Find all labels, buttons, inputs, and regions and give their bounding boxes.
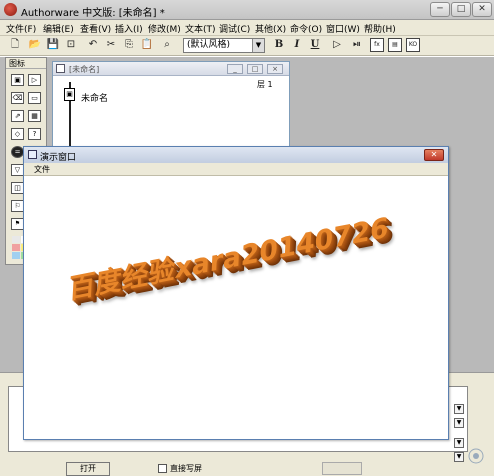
wait-icon[interactable]: ▭ <box>28 92 41 104</box>
menu-edit[interactable]: 编辑(E) <box>43 22 74 35</box>
direct-to-screen-label: 直接写屏 <box>170 464 202 473</box>
interaction-icon[interactable]: ? <box>28 128 41 140</box>
properties-dropdown-arrow[interactable]: ▼ <box>454 438 464 448</box>
menu-file[interactable]: 文件(F) <box>6 22 36 35</box>
minimize-button[interactable]: ─ <box>430 2 450 17</box>
erase-icon[interactable]: ⌫ <box>11 92 24 104</box>
menu-window[interactable]: 窗口(W) <box>326 22 360 35</box>
presentation-canvas: 百度经验xara20140726 <box>24 176 448 439</box>
display-icon[interactable]: ▣ <box>11 74 24 86</box>
open-icon[interactable]: 📂 <box>28 38 42 52</box>
menu-text[interactable]: 文本(T) <box>185 22 216 35</box>
navigate-icon[interactable]: ⇗ <box>11 110 24 122</box>
properties-dropdown-arrow[interactable]: ▼ <box>454 418 464 428</box>
open-button[interactable]: 打开 <box>66 462 110 476</box>
color-swatch[interactable] <box>12 252 20 259</box>
text-style-select[interactable]: (默认风格) ▼ <box>183 38 265 53</box>
variables-icon[interactable]: ▤ <box>388 38 402 52</box>
presentation-title: 演示窗口 <box>40 153 77 163</box>
decision-icon[interactable]: ◇ <box>11 128 24 140</box>
direct-to-screen-checkbox[interactable] <box>158 464 167 473</box>
menu-other[interactable]: 其他(X) <box>255 22 286 35</box>
presentation-close-button[interactable]: ✕ <box>424 149 444 161</box>
close-button[interactable]: ✕ <box>472 2 492 17</box>
authorware-app-icon <box>4 3 17 16</box>
knowledge-objects-icon[interactable]: KO <box>406 38 420 52</box>
menu-debug[interactable]: 调试(C) <box>219 22 250 35</box>
flowline-close-button[interactable]: × <box>267 64 283 74</box>
undo-icon[interactable]: ↶ <box>86 38 100 52</box>
icon-node-label[interactable]: 未命名 <box>81 91 108 104</box>
color-swatch[interactable] <box>12 244 20 251</box>
maximize-button[interactable]: □ <box>451 2 471 17</box>
menu-help[interactable]: 帮助(H) <box>364 22 396 35</box>
layer-indicator: 层 1 <box>257 80 273 89</box>
menu-command[interactable]: 命令(O) <box>290 22 322 35</box>
presentation-titlebar: 演示窗口 ✕ <box>24 147 448 163</box>
cut-icon[interactable]: ✂ <box>104 38 118 52</box>
save-all-icon[interactable]: 💾 <box>46 38 60 52</box>
properties-dropdown-arrow[interactable]: ▼ <box>454 404 464 414</box>
palette-title: 图标 <box>6 58 46 69</box>
text-style-value: (默认风格) <box>187 40 231 50</box>
app-title: Authorware 中文版: [未命名] * <box>21 8 165 19</box>
menu-view[interactable]: 查看(V) <box>80 22 111 35</box>
presentation-window: 演示窗口 ✕ 文件 百度经验xara20140726 <box>23 146 449 440</box>
flowline-window-icon <box>56 64 65 73</box>
new-file-icon[interactable]: 🗋 <box>8 38 22 52</box>
watermark-logo-icon <box>468 448 484 464</box>
presentation-menu-bar: 文件 <box>24 163 448 176</box>
find-icon[interactable]: ⌕ <box>160 38 174 52</box>
menu-modify[interactable]: 修改(M) <box>148 22 181 35</box>
properties-button[interactable] <box>322 462 362 475</box>
color-swatch[interactable] <box>12 236 20 243</box>
flowline-minimize-button[interactable]: _ <box>227 64 243 74</box>
motion-icon[interactable]: ▷ <box>28 74 41 86</box>
flowline-title: [未命名] <box>69 65 100 74</box>
flowline-titlebar: [未命名] _ □ × <box>53 62 289 76</box>
copy-icon[interactable]: ⎘ <box>122 38 136 52</box>
presentation-menu-file[interactable]: 文件 <box>34 164 50 175</box>
menu-insert[interactable]: 插入(I) <box>115 22 143 35</box>
menu-bar: 文件(F) 编辑(E) 查看(V) 插入(I) 修改(M) 文本(T) 调试(C… <box>0 20 494 36</box>
3d-text[interactable]: 百度经验xara20140726 <box>68 205 390 307</box>
display-icon-node[interactable]: ▣ <box>64 88 75 101</box>
toolbar: 🗋 📂 💾 ⊡ ↶ ✂ ⎘ 📋 ⌕ (默认风格) ▼ B I U ▷ ⏯ fx … <box>0 36 494 56</box>
functions-icon[interactable]: fx <box>370 38 384 52</box>
import-icon[interactable]: ⊡ <box>64 38 78 52</box>
flowline-maximize-button[interactable]: □ <box>247 64 263 74</box>
run-icon[interactable]: ▷ <box>330 38 344 52</box>
bold-button[interactable]: B <box>272 38 286 52</box>
chevron-down-icon: ▼ <box>252 39 264 52</box>
control-panel-icon[interactable]: ⏯ <box>350 38 364 52</box>
framework-icon[interactable]: ▦ <box>28 110 41 122</box>
italic-button[interactable]: I <box>290 38 304 52</box>
paste-icon[interactable]: 📋 <box>140 38 154 52</box>
properties-dropdown-arrow[interactable]: ▼ <box>454 452 464 462</box>
presentation-window-icon <box>28 150 37 159</box>
underline-button[interactable]: U <box>308 38 322 52</box>
